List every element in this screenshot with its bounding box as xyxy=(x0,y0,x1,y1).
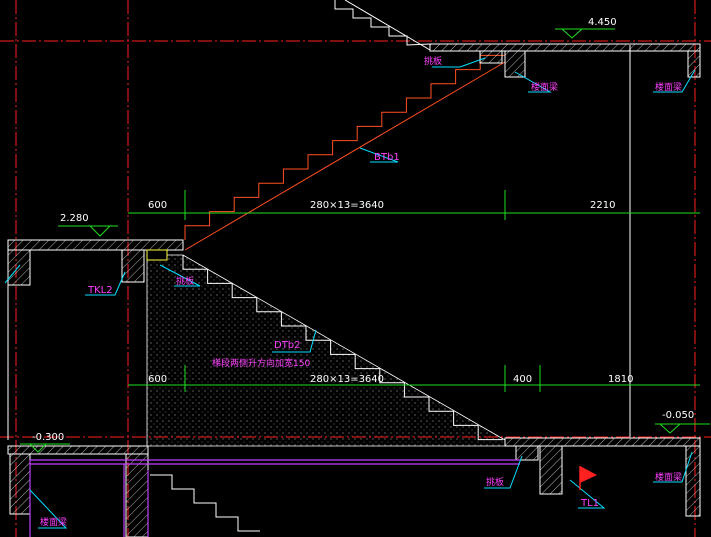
tl-label: TL1 xyxy=(580,498,599,509)
dim-lower-mid: 400 xyxy=(513,374,532,385)
beam-bottom-left-label: 楼面梁 xyxy=(40,516,67,528)
beam-top-right-label: 楼面梁 xyxy=(655,81,682,93)
step-soffit xyxy=(344,0,431,51)
dim-lower-left: 600 xyxy=(148,374,167,385)
upper-stair-soffit xyxy=(184,61,506,251)
plate-top-label: 挑板 xyxy=(424,55,442,67)
stair-section-drawing: 4.450 2.280 -0.300 -0.050 600 280×13=364… xyxy=(0,0,711,537)
elev-low-left: -0.300 xyxy=(32,432,64,443)
bottom-stair-steps xyxy=(150,474,260,532)
step-profile xyxy=(150,474,260,532)
top-stair-steps xyxy=(334,0,431,51)
ground-slab xyxy=(7,437,701,537)
bt-label: BTb1 xyxy=(374,152,400,163)
dt-label: DTb2 xyxy=(274,340,301,351)
elev-top-right: 4.450 xyxy=(588,17,617,28)
dim-upper-right: 2210 xyxy=(590,200,615,211)
dt-note: 梯段两侧升方向加宽150 xyxy=(212,357,310,369)
beam-top-mid-label: 楼面梁 xyxy=(531,81,558,93)
elev-mid-left: 2.280 xyxy=(60,213,89,224)
stair-fill-region xyxy=(146,254,506,447)
tkl-label: TKL2 xyxy=(87,285,113,296)
beam-bottom-right-label: 楼面梁 xyxy=(655,471,682,483)
dim-upper-left: 600 xyxy=(148,200,167,211)
upper-stair-steps xyxy=(184,54,505,240)
purple-lines xyxy=(29,459,520,537)
dim-upper-run: 280×13=3640 xyxy=(310,200,384,211)
top-slab xyxy=(429,43,701,78)
flag-icon xyxy=(579,466,597,490)
step-profile xyxy=(184,54,505,240)
dim-lower-right: 1810 xyxy=(608,374,633,385)
elev-low-right: -0.050 xyxy=(662,410,694,421)
plate-mid-label: 挑板 xyxy=(176,275,194,287)
dim-lower-run: 280×13=3640 xyxy=(310,374,384,385)
axis-lines xyxy=(0,0,711,537)
plate-bottom-label: 挑板 xyxy=(486,476,504,488)
